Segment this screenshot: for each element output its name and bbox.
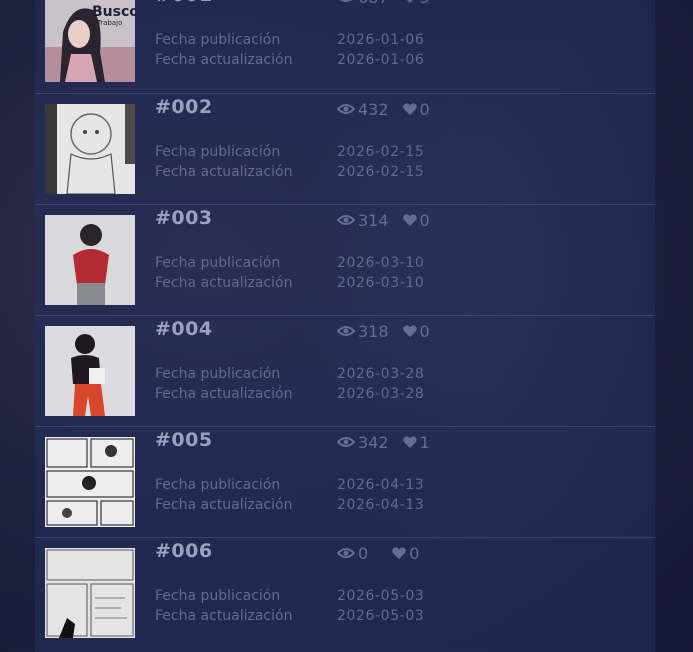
chapter-stats: 432 0 [337,96,444,122]
thumbnail-title: Busco [92,4,135,20]
chapter-thumbnail[interactable] [45,437,135,527]
published-date: 2026-01-06 [337,32,425,48]
published-label: Fecha publicación [155,588,281,604]
views-stat: 0 [337,544,368,563]
published-date: 2026-03-10 [337,255,425,271]
chapter-item[interactable]: Busco Trabajo #001 687 3 Fecha publicaci… [35,0,655,92]
likes-count: 0 [409,543,420,563]
likes-stat[interactable]: 0 [402,321,430,341]
heart-icon [402,214,417,226]
published-label: Fecha publicación [155,255,281,271]
chapter-number[interactable]: #006 [155,540,213,562]
eye-icon [337,548,355,558]
chapter-item[interactable]: #002 432 0 Fecha publicación 2026-02-15 F… [35,93,655,204]
thumbnail-subtitle: Trabajo [96,19,122,27]
likes-count: 0 [419,99,430,119]
likes-stat[interactable]: 3 [403,0,430,7]
views-stat: 687 [337,0,389,7]
chapter-item[interactable]: #005 342 1 Fecha publicación 2026-04-13 F… [35,426,655,537]
chapter-number[interactable]: #003 [155,207,213,229]
chapter-dates: Fecha publicación 2026-05-03 Fecha actual… [155,586,424,626]
published-label: Fecha publicación [155,366,281,382]
eye-icon [337,326,355,336]
views-count: 432 [358,99,389,119]
eye-icon [337,437,355,447]
heart-icon [402,436,417,448]
views-stat: 432 [337,100,389,119]
chapter-dates: Fecha publicación 2026-04-13 Fecha actual… [155,475,424,515]
views-count: 318 [358,321,389,341]
likes-count: 3 [420,0,430,7]
heart-icon [402,103,417,115]
likes-stat[interactable]: 0 [402,99,430,119]
updated-date: 2026-05-03 [337,608,425,624]
likes-stat[interactable]: 1 [402,432,430,452]
updated-label: Fecha actualización [155,497,293,513]
views-count: 687 [358,0,389,7]
chapter-stats: 0 0 [337,540,433,566]
chapter-dates: Fecha publicación 2026-02-15 Fecha actual… [155,142,424,182]
eye-icon [340,0,352,2]
likes-count: 1 [419,432,430,452]
chapter-item[interactable]: #006 0 0 Fecha publicación 2026-05-03 Fec… [35,537,655,648]
views-count: 0 [358,543,369,563]
chapter-item[interactable]: #004 318 0 Fecha publicación 2026-03-28 F… [35,315,655,426]
updated-date: 2026-04-13 [337,497,425,513]
views-stat: 314 [337,211,389,230]
chapter-dates: Fecha publicación 2026-03-28 Fecha actual… [155,364,424,404]
chapter-thumbnail[interactable]: Busco Trabajo [45,0,135,82]
chapter-number[interactable]: #002 [155,96,213,118]
heart-icon [406,0,413,3]
updated-date: 2026-01-06 [337,52,425,68]
chapter-number[interactable]: #004 [155,318,213,340]
chapter-item[interactable]: #003 314 0 Fecha publicación 2026-03-10 F… [35,204,655,315]
views-count: 314 [358,210,389,230]
heart-icon [402,325,417,337]
views-count: 342 [358,432,389,452]
likes-stat[interactable]: 0 [392,544,419,563]
chapter-dates: Fecha publicación 2026-01-06 Fecha actual… [155,30,424,70]
chapter-stats: 687 3 [337,0,444,10]
published-date: 2026-02-15 [337,144,425,160]
published-label: Fecha publicación [155,32,281,48]
chapter-stats: 318 0 [337,318,444,344]
published-label: Fecha publicación [155,144,281,160]
chapter-stats: 314 0 [337,207,444,233]
updated-date: 2026-03-10 [337,275,425,291]
likes-count: 0 [419,210,430,230]
heart-icon [392,547,406,559]
published-label: Fecha publicación [155,477,281,493]
updated-date: 2026-02-15 [337,164,425,180]
views-stat: 342 [337,433,389,452]
published-date: 2026-04-13 [337,477,425,493]
chapter-number[interactable]: #005 [155,429,213,451]
views-stat: 318 [337,322,389,341]
chapter-stats: 342 1 [337,429,444,455]
chapter-thumbnail[interactable] [45,104,135,194]
updated-label: Fecha actualización [155,608,293,624]
likes-count: 0 [419,321,430,341]
chapter-thumbnail[interactable] [45,215,135,305]
eye-icon [337,104,355,114]
chapter-thumbnail[interactable] [45,548,135,638]
updated-label: Fecha actualización [155,386,293,402]
published-date: 2026-03-28 [337,366,425,382]
updated-label: Fecha actualización [155,164,293,180]
updated-label: Fecha actualización [155,275,293,291]
updated-date: 2026-03-28 [337,386,425,402]
chapter-number[interactable]: #001 [155,0,213,6]
likes-stat[interactable]: 0 [402,210,430,230]
chapter-dates: Fecha publicación 2026-03-10 Fecha actual… [155,253,424,293]
chapter-thumbnail[interactable] [45,326,135,416]
eye-icon [337,215,355,225]
published-date: 2026-05-03 [337,588,425,604]
updated-label: Fecha actualización [155,52,293,68]
